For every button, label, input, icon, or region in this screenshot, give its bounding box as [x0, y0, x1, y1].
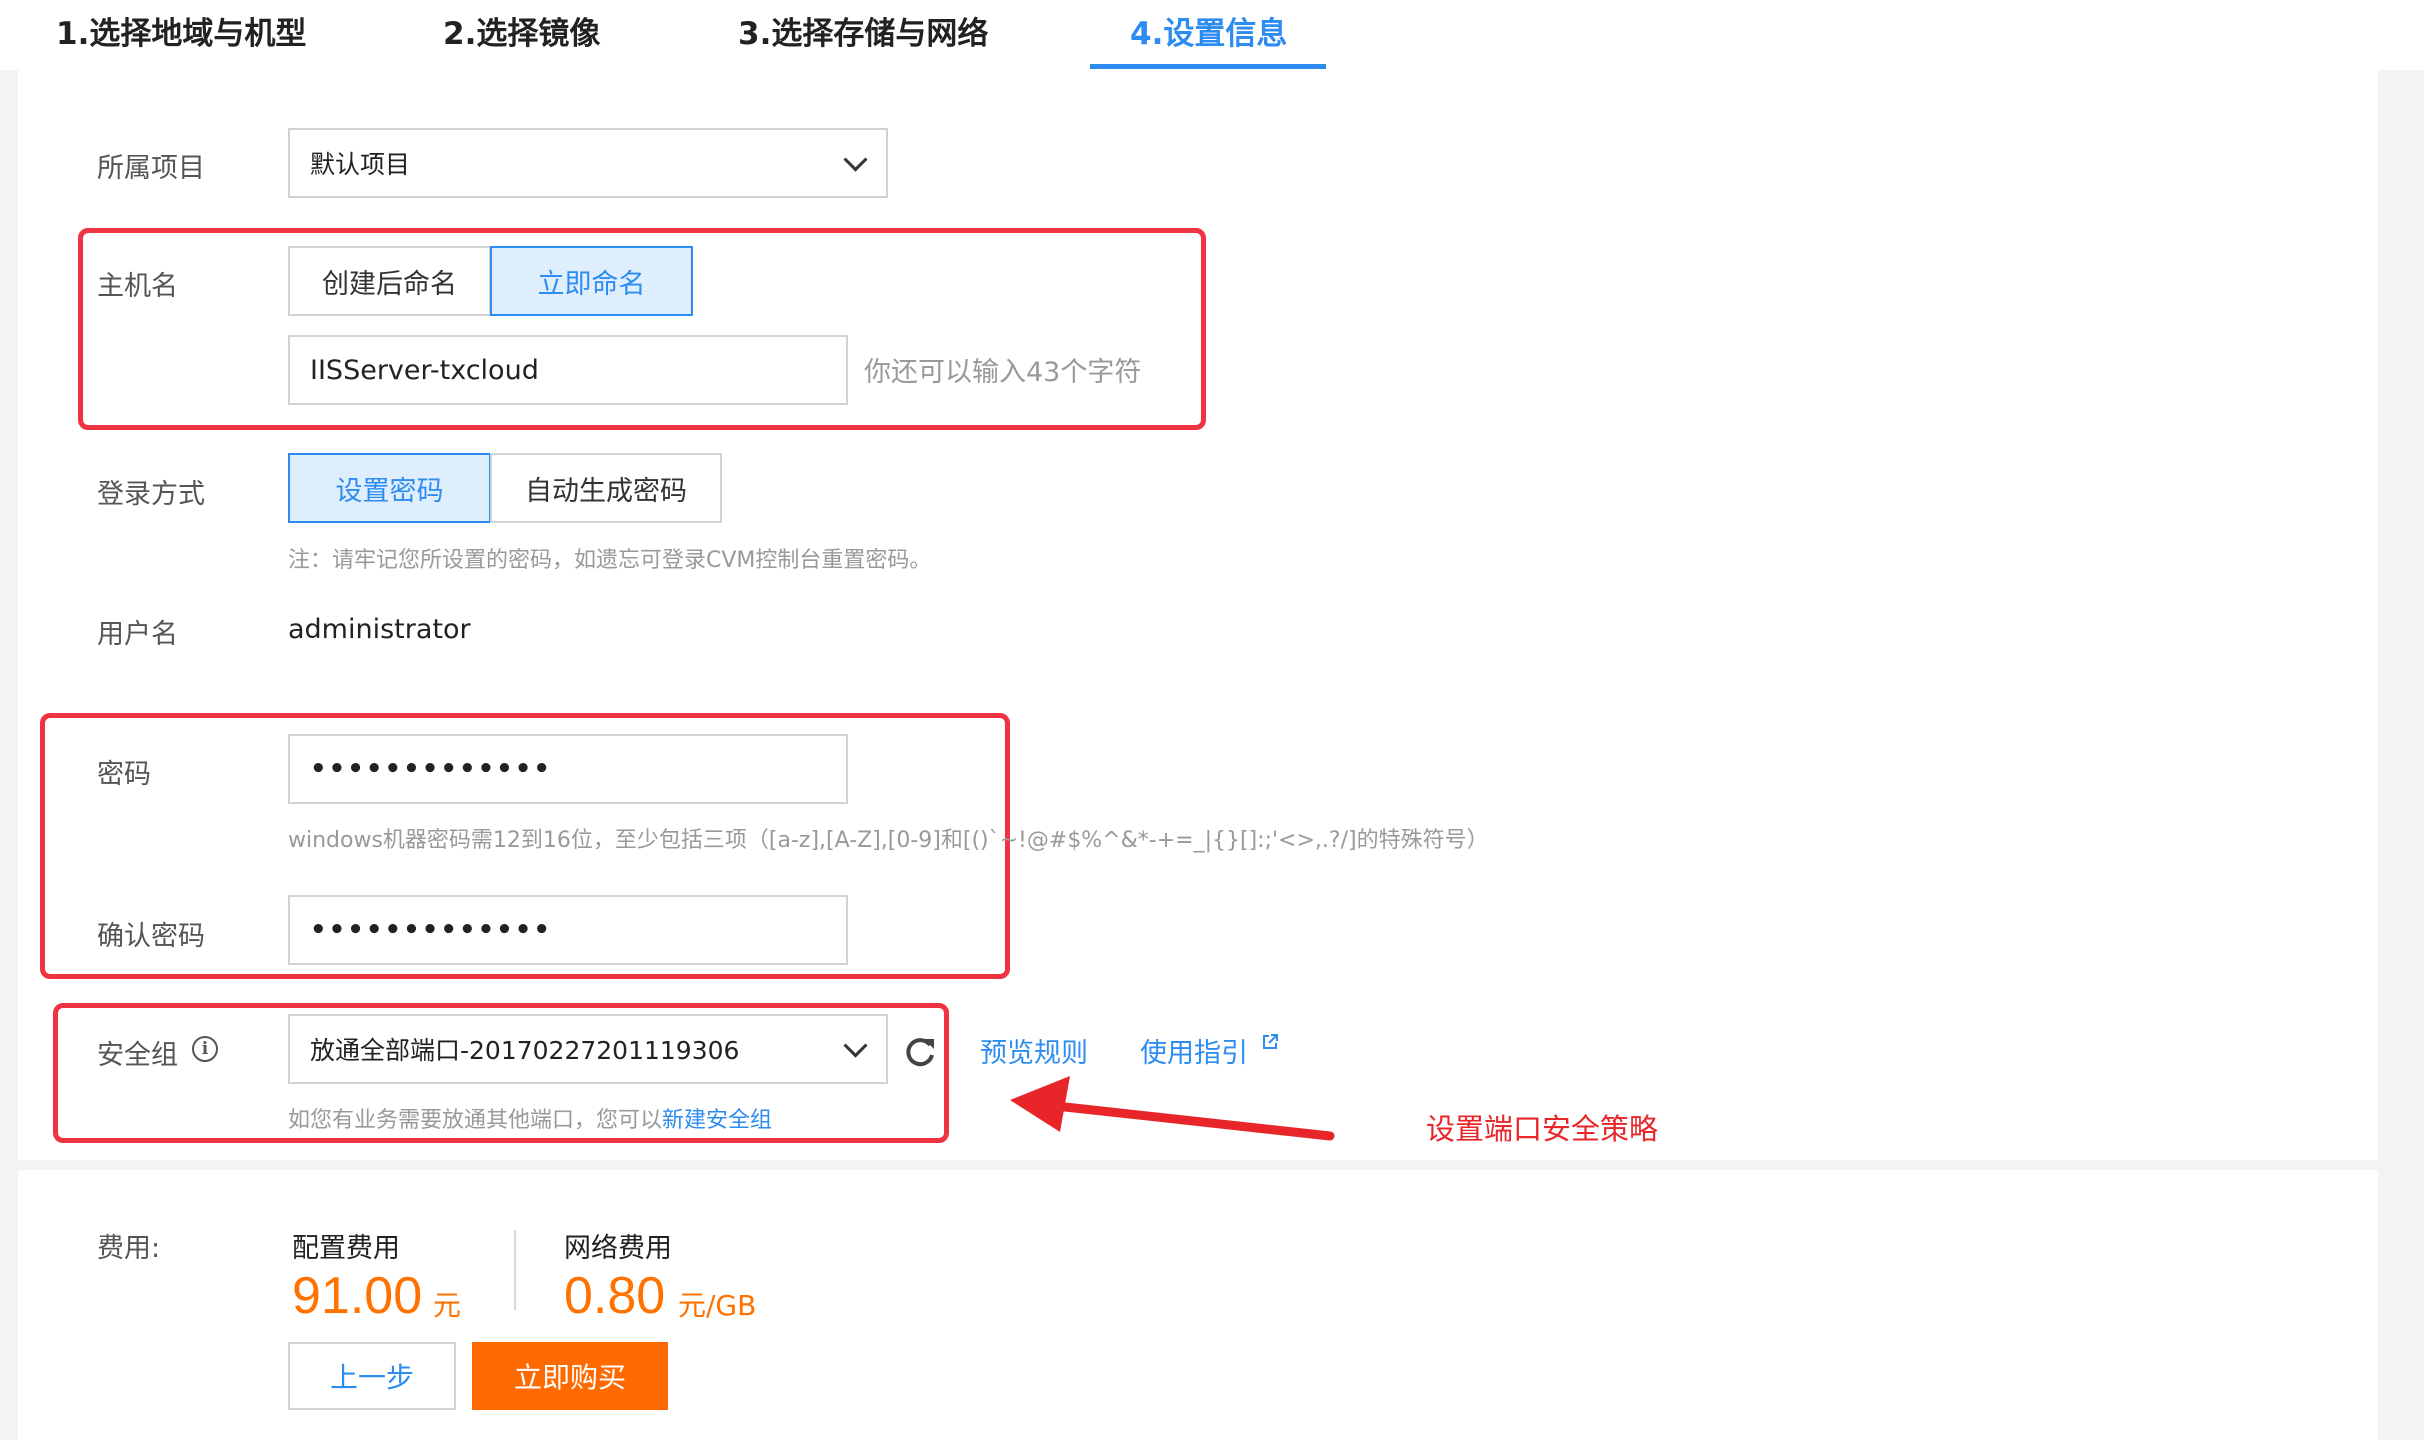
hostname-input-value: IISServer-txcloud: [310, 354, 539, 386]
chevron-down-icon: [843, 147, 868, 172]
password-input-value: •••••••••••••: [310, 754, 553, 784]
login-note: 注：请牢记您所设置的密码，如遗忘可登录CVM控制台重置密码。: [288, 548, 932, 573]
login-method-label: 登录方式: [97, 479, 205, 510]
hostname-remaining-count: 你还可以输入43个字符: [864, 357, 1142, 388]
info-icon[interactable]: i: [192, 1036, 218, 1062]
project-label: 所属项目: [97, 153, 205, 184]
create-security-group-link[interactable]: 新建安全组: [662, 1108, 772, 1133]
password-input[interactable]: •••••••••••••: [288, 734, 848, 804]
name-now-button[interactable]: 立即命名: [490, 246, 693, 316]
project-select-value: 默认项目: [310, 150, 411, 179]
security-group-label: 安全组: [97, 1040, 178, 1071]
refresh-icon[interactable]: [900, 1031, 940, 1071]
annotation-text: 设置端口安全策略: [1426, 1112, 1659, 1146]
network-fee-unit: 元/GB: [678, 1289, 757, 1322]
network-fee-price: 0.80: [564, 1267, 666, 1325]
username-value: administrator: [288, 614, 471, 645]
previous-step-button[interactable]: 上一步: [288, 1342, 456, 1410]
name-after-create-button[interactable]: 创建后命名: [288, 246, 491, 316]
network-fee-label: 网络费用: [564, 1233, 672, 1264]
usage-guide-link-label: 使用指引: [1140, 1038, 1248, 1069]
tab-step-3[interactable]: 3.选择存储与网络: [738, 8, 988, 53]
security-group-select-value: 放通全部端口-20170227201119306: [310, 1036, 740, 1065]
active-tab-indicator: [1090, 64, 1326, 69]
step-tabs: 1.选择地域与机型 2.选择镜像 3.选择存储与网络 4.设置信息: [0, 0, 2424, 70]
preview-rules-link[interactable]: 预览规则: [980, 1031, 1088, 1070]
security-group-select[interactable]: 放通全部端口-20170227201119306: [288, 1014, 888, 1084]
confirm-password-input-value: •••••••••••••: [310, 915, 553, 945]
hostname-label: 主机名: [97, 271, 178, 302]
fee-label: 费用:: [97, 1233, 161, 1264]
security-group-hint-text: 如您有业务需要放通其他端口，您可以: [288, 1108, 663, 1133]
config-fee-price: 91.00: [292, 1267, 423, 1325]
confirm-password-input[interactable]: •••••••••••••: [288, 895, 848, 965]
password-rule-hint: windows机器密码需12到16位，至少包括三项（[a-z],[A-Z],[0…: [288, 828, 1489, 853]
username-label: 用户名: [97, 619, 178, 650]
tab-step-4[interactable]: 4.设置信息: [1130, 8, 1287, 53]
arrow-icon: [1010, 1076, 1335, 1141]
config-fee-label: 配置费用: [292, 1233, 400, 1264]
config-fee-unit: 元: [433, 1289, 462, 1322]
usage-guide-link[interactable]: 使用指引: [1140, 1031, 1279, 1070]
fee-divider: [514, 1230, 516, 1310]
security-group-hint: 如您有业务需要放通其他端口，您可以新建安全组: [288, 1102, 772, 1134]
chevron-down-icon: [843, 1033, 868, 1058]
tab-step-1[interactable]: 1.选择地域与机型: [56, 8, 306, 53]
set-password-button[interactable]: 设置密码: [288, 453, 491, 523]
tab-step-2[interactable]: 2.选择镜像: [443, 8, 600, 53]
auto-generate-password-button[interactable]: 自动生成密码: [490, 453, 722, 523]
project-select[interactable]: 默认项目: [288, 128, 888, 198]
external-link-icon: [1262, 1034, 1278, 1049]
hostname-input[interactable]: IISServer-txcloud: [288, 335, 848, 405]
confirm-password-label: 确认密码: [97, 921, 205, 952]
password-label: 密码: [97, 759, 151, 790]
buy-now-button[interactable]: 立即购买: [472, 1342, 668, 1410]
